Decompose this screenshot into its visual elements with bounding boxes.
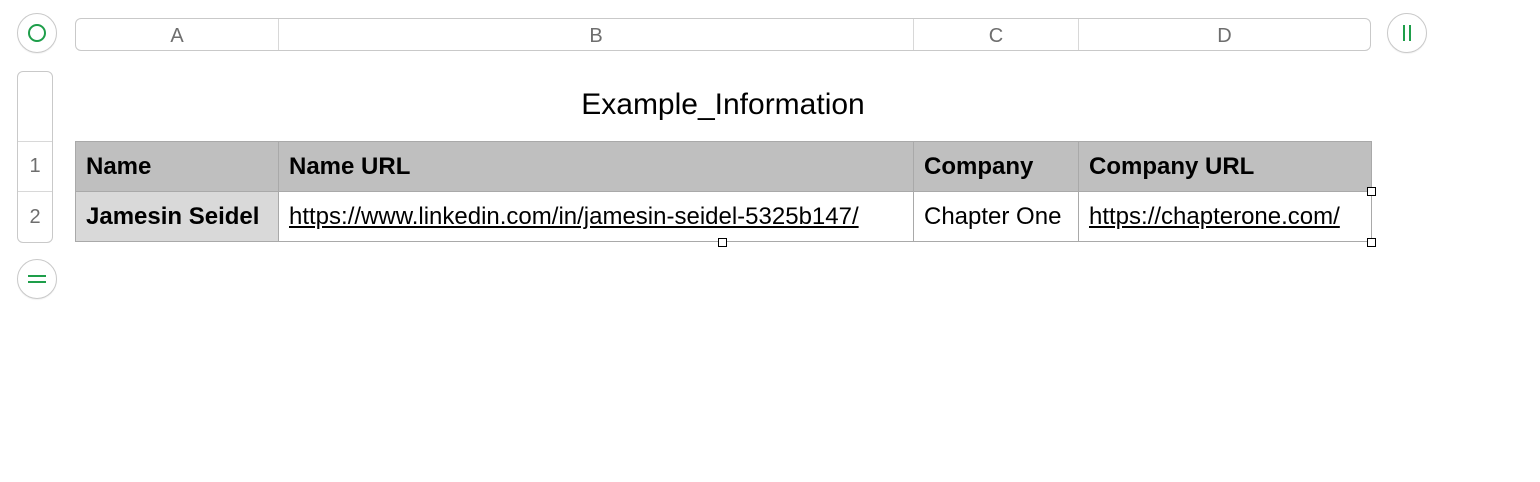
header-cell-name[interactable]: Name (75, 141, 279, 192)
header-cell-company[interactable]: Company (913, 141, 1079, 192)
cell-company[interactable]: Chapter One (913, 191, 1079, 242)
circle-select-icon (28, 24, 46, 42)
header-cell-company-url[interactable]: Company URL (1078, 141, 1372, 192)
resize-handle-right[interactable] (1367, 187, 1376, 196)
column-header-d[interactable]: D (1079, 19, 1370, 50)
cell-name-url[interactable]: https://www.linkedin.com/in/jamesin-seid… (278, 191, 914, 242)
column-header-c[interactable]: C (914, 19, 1079, 50)
row-header-bar: 1 2 (17, 71, 53, 243)
name-url-link[interactable]: https://www.linkedin.com/in/jamesin-seid… (289, 203, 859, 230)
column-header-a[interactable]: A (76, 19, 279, 50)
row-header-2[interactable]: 2 (18, 192, 52, 242)
table-header-row: Name Name URL Company Company URL (75, 141, 1372, 192)
data-table: Name Name URL Company Company URL Jamesi… (75, 141, 1372, 242)
column-header-bar: A B C D (75, 18, 1371, 51)
add-column-button[interactable] (1387, 13, 1427, 53)
resize-handle-corner[interactable] (1367, 238, 1376, 247)
cell-name[interactable]: Jamesin Seidel (75, 191, 279, 242)
add-row-handle-icon (28, 275, 46, 283)
company-url-link[interactable]: https://chapterone.com/ (1089, 203, 1340, 230)
table-title[interactable]: Example_Information (75, 88, 1371, 122)
row-header-1[interactable]: 1 (18, 142, 52, 192)
add-row-button[interactable] (17, 259, 57, 299)
column-header-b[interactable]: B (279, 19, 914, 50)
spreadsheet-canvas: A B C D 1 2 Example_Information Name Nam… (0, 0, 1540, 482)
header-cell-name-url[interactable]: Name URL (278, 141, 914, 192)
resize-handle-bottom[interactable] (718, 238, 727, 247)
table-row: Jamesin Seidel https://www.linkedin.com/… (75, 191, 1372, 242)
add-column-handle-icon (1403, 25, 1411, 41)
row-header-title-spacer (18, 72, 52, 142)
select-table-button[interactable] (17, 13, 57, 53)
cell-company-url[interactable]: https://chapterone.com/ (1078, 191, 1372, 242)
